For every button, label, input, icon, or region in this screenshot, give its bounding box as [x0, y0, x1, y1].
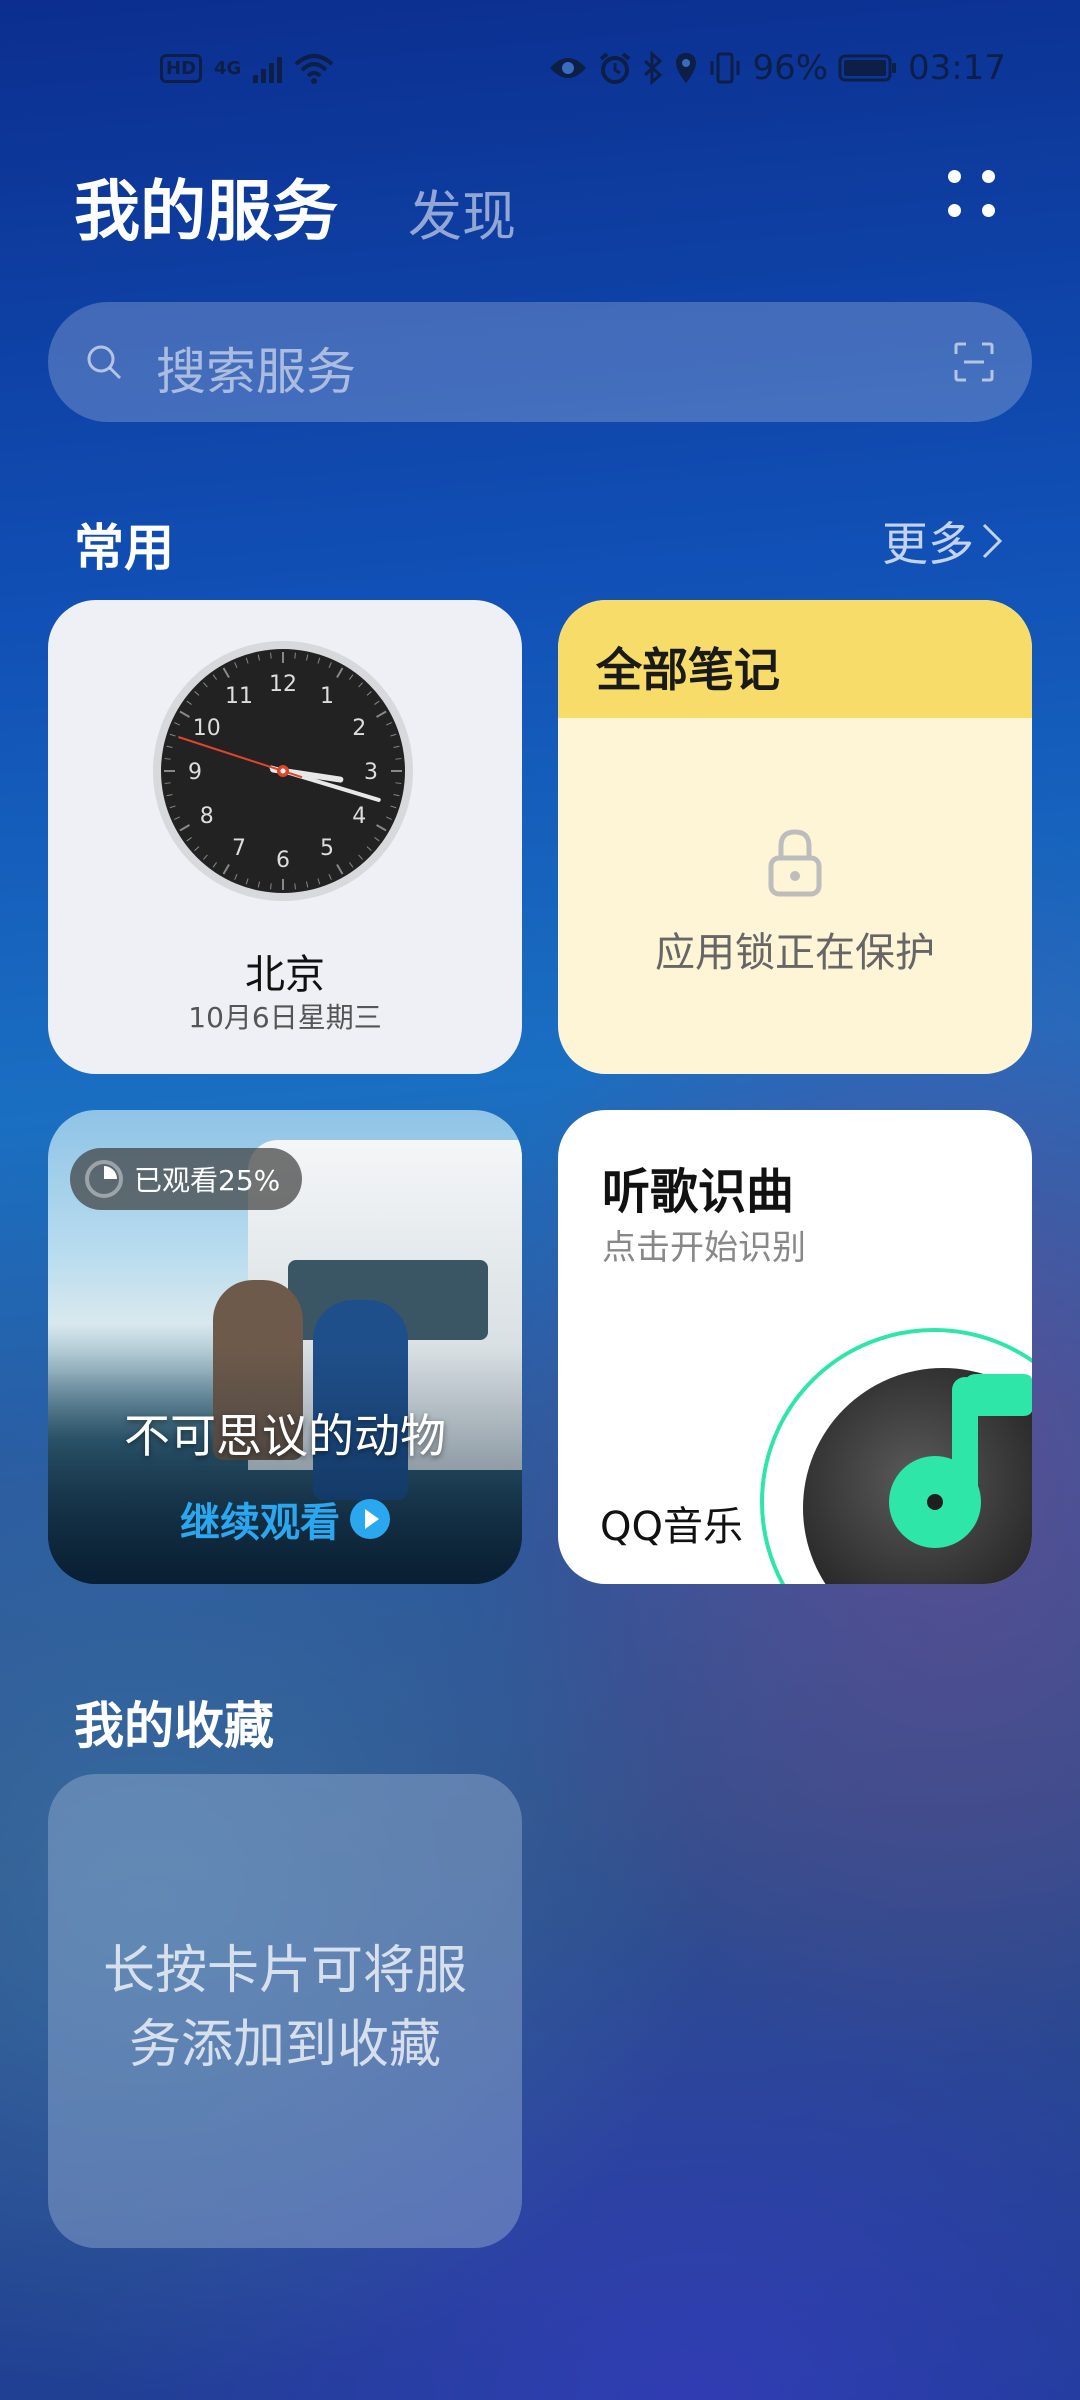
clock-number: 11: [225, 684, 253, 709]
clock-number: 7: [232, 836, 246, 861]
clock-date: 10月6日星期三: [188, 1001, 382, 1034]
clock-number: 9: [188, 760, 202, 785]
more-link[interactable]: 更多: [882, 508, 1004, 574]
eye-icon: [550, 58, 587, 78]
vibrate-icon: [710, 52, 740, 84]
play-icon: [350, 1499, 390, 1539]
clock-number: 4: [352, 804, 366, 829]
video-title: 不可思议的动物: [124, 1409, 446, 1463]
clock-number: 1: [320, 684, 334, 709]
battery-icon: [838, 54, 897, 82]
continue-watching-button[interactable]: 继续观看: [48, 1490, 522, 1548]
clock-tick: [395, 782, 402, 784]
chevron-right-icon: [982, 523, 1003, 559]
signal-icon: [253, 53, 283, 83]
progress-ring-icon: [85, 1160, 123, 1198]
search-input[interactable]: 搜索服务: [156, 332, 356, 404]
section-title-common: 常用: [74, 519, 174, 577]
favorites-hint: 长按卡片可将服务添加到收藏: [102, 1941, 467, 2075]
music-app-name: QQ音乐: [600, 1504, 743, 1550]
clock-tick: [164, 782, 171, 784]
alarm-icon: [600, 52, 631, 84]
notes-header: 全部笔记: [558, 600, 1032, 718]
watch-progress-badge: 已观看25%: [70, 1148, 303, 1210]
clock-tick: [294, 652, 296, 659]
video-card[interactable]: 已观看25% 不可思议的动物 继续观看: [48, 1110, 522, 1584]
wifi-icon: [295, 54, 334, 84]
hd-icon: HD: [160, 53, 203, 83]
app-lock-message: 应用锁正在保护: [655, 930, 935, 976]
tab-discover[interactable]: 发现: [408, 172, 516, 251]
analog-clock: 12 12 3 45 6 78 9 1011: [153, 641, 413, 901]
clock-tick: [395, 758, 402, 760]
clock-number: 12: [269, 672, 297, 697]
search-bar[interactable]: 搜索服务: [48, 302, 1032, 422]
search-icon: [87, 345, 122, 380]
clock-tick: [270, 652, 272, 659]
clock-number: 3: [364, 760, 378, 785]
music-title: 听歌识曲: [602, 1164, 795, 1220]
watch-progress-label: 已观看25%: [134, 1164, 281, 1197]
clock-tick: [164, 758, 171, 760]
page-title[interactable]: 我的服务: [74, 158, 338, 254]
music-note-icon: [889, 1374, 1032, 1548]
music-recognition-card[interactable]: 听歌识曲 点击开始识别 QQ音乐: [558, 1110, 1032, 1584]
clock-number: 10: [193, 716, 221, 741]
favorites-placeholder-card: 长按卡片可将服务添加到收藏: [48, 1774, 522, 2248]
clock-number: 5: [320, 836, 334, 861]
network-type: 4G: [214, 57, 242, 79]
clock-tick: [294, 883, 296, 890]
more-label: 更多: [882, 517, 974, 571]
notes-card[interactable]: 全部笔记 应用锁正在保护: [558, 600, 1032, 1074]
battery-percent: 96%: [752, 48, 829, 88]
clock-city: 北京: [245, 952, 325, 998]
clock-tick: [270, 883, 272, 890]
scan-icon[interactable]: [954, 342, 994, 382]
status-bar: HD 4G 96% 03:17: [0, 0, 1080, 136]
music-subtitle: 点击开始识别: [602, 1228, 806, 1268]
status-bar-left: HD 4G: [160, 48, 334, 88]
notes-title: 全部笔记: [596, 643, 780, 697]
clock-card[interactable]: 12 1 2 3 4 5 6 7 8 9 10 11 北京 10月6日星期三: [48, 600, 522, 1074]
clock-number: 6: [276, 848, 290, 873]
status-bar-right: 96% 03:17: [548, 44, 1006, 92]
continue-watching-label: 继续观看: [180, 1500, 340, 1546]
lock-icon: [768, 829, 822, 897]
bluetooth-icon: [644, 51, 663, 85]
clock-number: 2: [352, 716, 366, 741]
section-title-favorites: 我的收藏: [74, 1697, 274, 1755]
clock-time: 03:17: [908, 48, 1006, 88]
location-icon: [676, 53, 697, 83]
more-options-icon[interactable]: [944, 166, 1000, 222]
clock-number: 8: [200, 804, 214, 829]
